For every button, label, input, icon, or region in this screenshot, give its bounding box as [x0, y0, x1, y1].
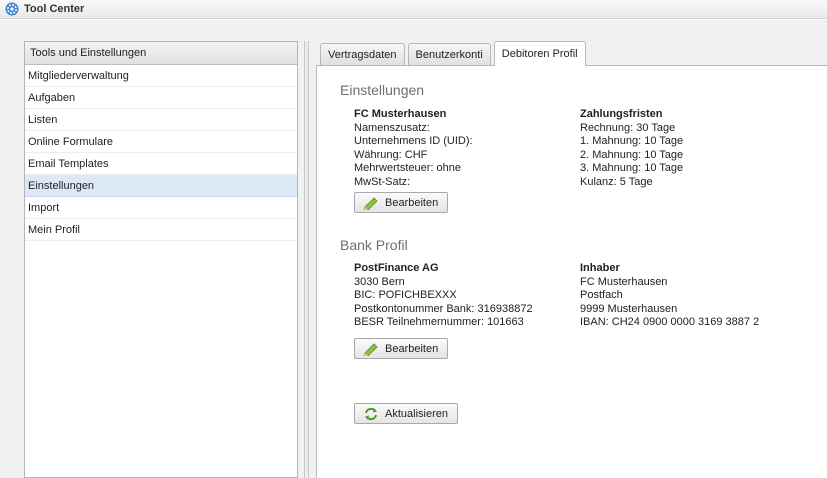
payment-term-line: 1. Mahnung: 10 Tage	[580, 135, 684, 147]
refresh-icon	[365, 407, 377, 420]
title-bar: Tool Center	[0, 0, 827, 19]
sidebar-item-online-formulare[interactable]: Online Formulare	[25, 131, 297, 153]
app-title: Tool Center	[24, 3, 85, 15]
edit-bank-label: Bearbeiten	[385, 342, 439, 355]
sidebar-header: Tools und Einstellungen	[25, 42, 297, 65]
payment-term-line: Kulanz: 5 Tage	[580, 175, 653, 188]
bank-line: Postkontonummer Bank: 316938872	[354, 302, 533, 315]
bank-line: BIC: POFICHBEXXX	[354, 289, 457, 301]
bank-line: 3030 Bern	[354, 275, 405, 288]
pencil-icon	[363, 342, 378, 356]
payment-terms-title: Zahlungsfristen	[580, 108, 663, 120]
edit-settings-button[interactable]: Bearbeiten	[354, 192, 449, 213]
owner-line: Postfach	[580, 289, 623, 301]
club-line: Währung: CHF	[354, 148, 428, 161]
settings-section-title: Einstellungen	[340, 82, 425, 98]
payment-term-line: 3. Mahnung: 10 Tage	[580, 162, 684, 174]
edit-settings-label: Bearbeiten	[385, 196, 439, 209]
refresh-label: Aktualisieren	[385, 407, 448, 420]
owner-line: FC Musterhausen	[580, 275, 668, 288]
sidebar-item-import[interactable]: Import	[25, 197, 297, 219]
owner-title: Inhaber	[580, 262, 620, 274]
pencil-icon	[363, 196, 378, 210]
sidebar-item-mitgliederverwaltung[interactable]: Mitgliederverwaltung	[25, 65, 297, 87]
payment-term-line: Rechnung: 30 Tage	[580, 121, 676, 134]
owner-line: 9999 Musterhausen	[580, 302, 678, 315]
tab-benutzerkonti[interactable]: Benutzerkonti	[407, 43, 491, 66]
bank-info: PostFinance AG 3030 Bern BIC: POFICHBEXX…	[354, 262, 533, 330]
club-line: Namenszusatz:	[354, 121, 430, 134]
club-info: FC Musterhausen Namenszusatz: Unternehme…	[354, 108, 473, 189]
club-line: Unternehmens ID (UID):	[354, 135, 473, 147]
edit-bank-button[interactable]: Bearbeiten	[354, 338, 449, 359]
payment-terms: Zahlungsfristen Rechnung: 30 Tage 1. Mah…	[580, 108, 683, 189]
sidebar-item-email-templates[interactable]: Email Templates	[25, 153, 297, 175]
sidebar-item-listen[interactable]: Listen	[25, 109, 297, 131]
refresh-button[interactable]: Aktualisieren	[354, 403, 458, 424]
club-line: Mehrwertsteuer: ohne	[354, 162, 461, 174]
bank-line: BESR Teilnehmernummer: 101663	[354, 316, 524, 328]
owner-line: IBAN: CH24 0900 0000 3169 3887 2	[580, 316, 760, 328]
club-line: MwSt-Satz:	[354, 175, 411, 188]
tab-content: Einstellungen FC Musterhausen Namenszusa…	[316, 65, 827, 478]
sidebar: Tools und Einstellungen Mitgliederverwal…	[24, 41, 298, 478]
payment-term-line: 2. Mahnung: 10 Tage	[580, 148, 684, 161]
sidebar-item-aufgaben[interactable]: Aufgaben	[25, 87, 297, 109]
club-name: FC Musterhausen	[354, 108, 447, 120]
tab-debitoren-profil[interactable]: Debitoren Profil	[493, 41, 586, 66]
bank-name: PostFinance AG	[354, 262, 439, 274]
sidebar-item-einstellungen[interactable]: Einstellungen	[25, 175, 297, 197]
tab-vertragsdaten[interactable]: Vertragsdaten	[320, 43, 405, 66]
owner-info: Inhaber FC Musterhausen Postfach 9999 Mu…	[580, 262, 759, 330]
bank-section-title: Bank Profil	[340, 237, 408, 253]
tab-bar: Vertragsdaten Benutzerkonti Debitoren Pr…	[320, 41, 589, 66]
workspace: Tools und Einstellungen Mitgliederverwal…	[0, 20, 827, 478]
sidebar-item-mein-profil[interactable]: Mein Profil	[25, 219, 297, 241]
panel-splitter[interactable]	[304, 41, 309, 478]
gear-icon	[5, 2, 19, 16]
